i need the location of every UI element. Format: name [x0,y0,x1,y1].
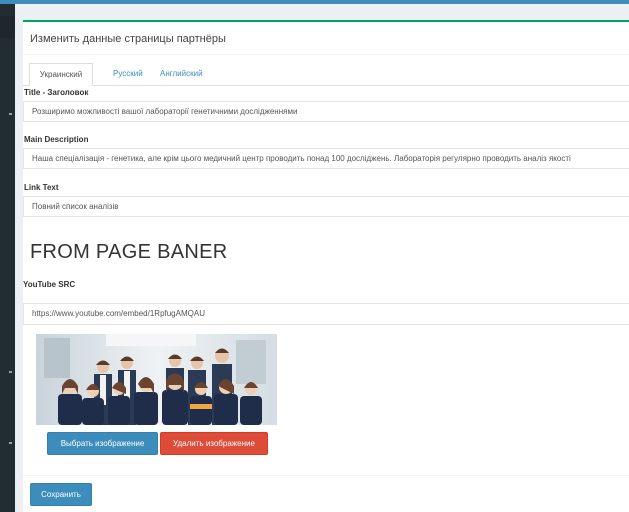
main-description-label: Main Description [24,135,89,144]
delete-image-button[interactable]: Удалить изображение [160,432,268,455]
box-title: Изменить данные страницы партнёры [30,33,226,45]
youtube-src-input[interactable]: https://www.youtube.com/embed/1RpfugAMQA… [23,303,629,325]
title-label: Title - Заголовок [24,88,89,97]
sidebar [0,4,15,512]
youtube-src-label: YouTube SRC [23,280,76,289]
tabs-divider [23,85,629,86]
team-photo-illustration [36,334,277,425]
link-text-input[interactable]: Повний список аналізів [23,196,629,217]
sidebar-item-marker[interactable] [9,442,12,444]
edit-partner-box: Изменить данные страницы партнёры Украин… [23,20,629,512]
link-text-label: Link Text [24,183,59,192]
select-image-button[interactable]: Выбрать изображение [47,432,158,455]
content-wrapper: Изменить данные страницы партнёры Украин… [15,4,629,512]
tab-english[interactable]: Английский [160,63,203,85]
banner-image [36,334,277,425]
banner-heading: FROM PAGE BANER [30,241,228,263]
save-button[interactable]: Сохранить [30,483,92,506]
tab-russian[interactable]: Русский [113,63,143,85]
title-input[interactable]: Розширимо можливості вашої лабораторії г… [23,101,629,122]
footer-divider [23,475,629,476]
tab-ukrainian[interactable]: Украинский [29,63,93,86]
sidebar-item-marker[interactable] [9,371,12,373]
main-description-input[interactable]: Наша спеціалізація - генетика, але крім … [23,148,629,169]
divider [23,54,629,55]
sidebar-item-marker[interactable] [9,113,12,115]
sidebar-active-item[interactable] [0,16,15,38]
